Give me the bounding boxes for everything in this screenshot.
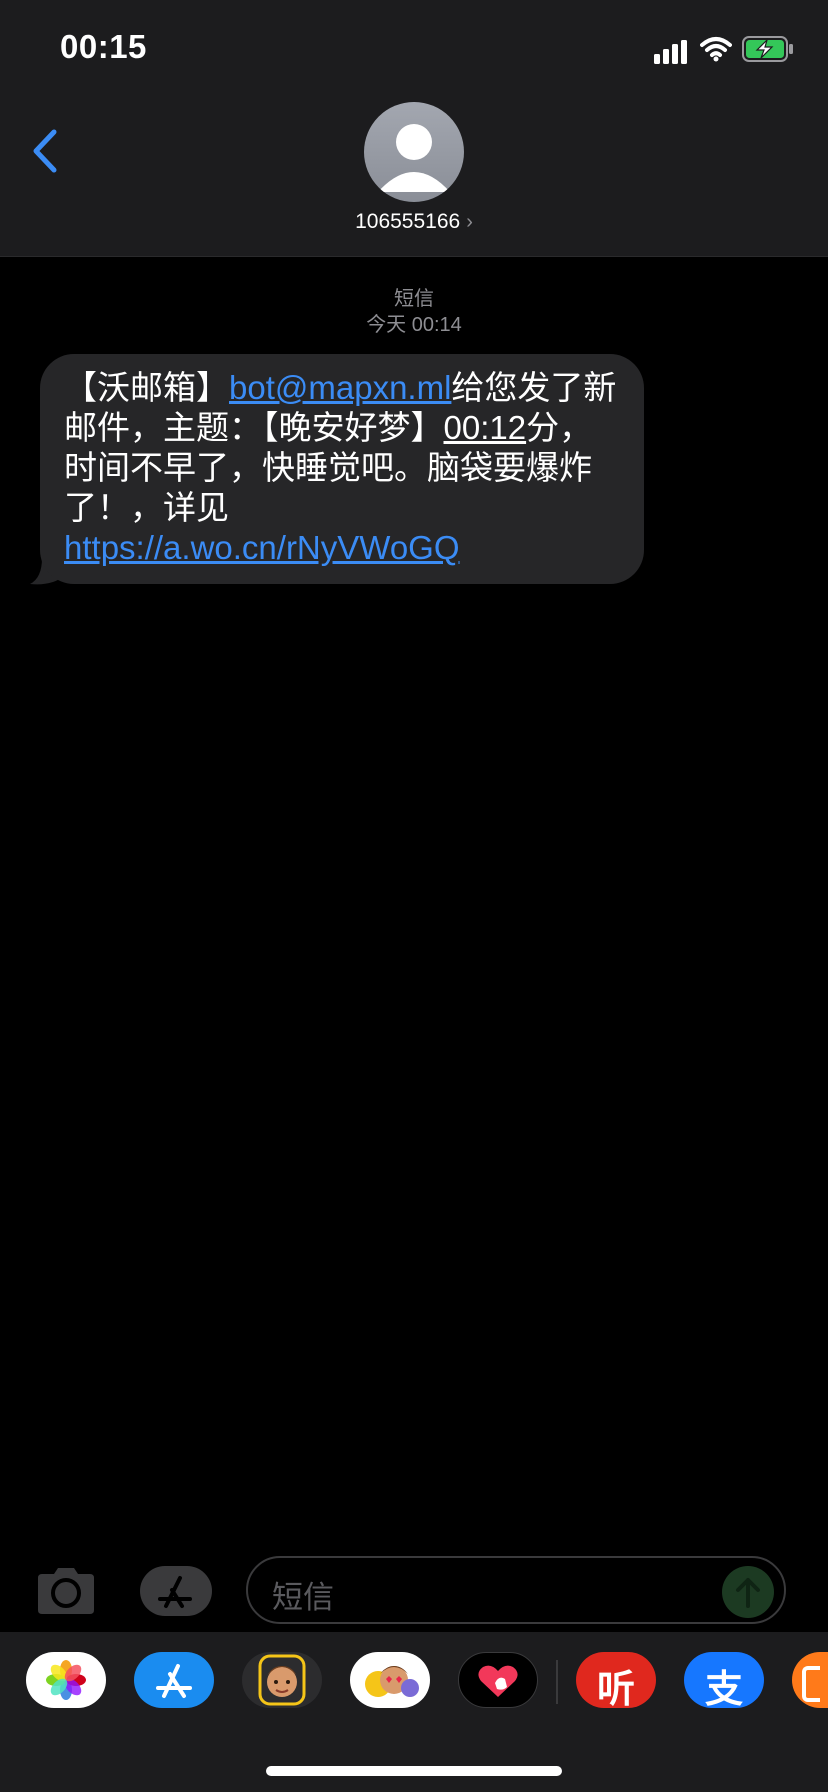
app-store-icon	[156, 1664, 192, 1698]
partial-app-icon	[802, 1666, 820, 1702]
message-timestamp: 今天 00:14	[366, 314, 462, 336]
message-bubble[interactable]: 【沃邮箱】bot@mapxn.ml给您发了新邮件，主题：【晚安好梦】00:12分…	[40, 354, 644, 584]
arrow-up-icon	[736, 1578, 760, 1608]
photos-icon	[46, 1660, 86, 1700]
contact-name-row[interactable]: 106555166 ›	[0, 210, 828, 234]
memoji-icon	[258, 1654, 306, 1706]
chevron-left-icon	[33, 129, 57, 173]
service-label: 短信	[394, 288, 434, 310]
drawer-divider	[556, 1660, 558, 1704]
camera-icon	[38, 1568, 94, 1614]
message-input-placeholder: 短信	[272, 1580, 334, 1615]
digital-touch-app-button[interactable]	[458, 1652, 538, 1708]
email-link[interactable]: bot@mapxn.ml	[229, 369, 451, 406]
conversation-header: 00:15 106555166 ›	[0, 0, 828, 257]
url-link[interactable]: https://a.wo.cn/rNyVWoGQ	[64, 529, 460, 566]
partial-app-button[interactable]	[792, 1652, 828, 1708]
ting-app-button[interactable]: 听	[576, 1652, 656, 1708]
time-detected-link[interactable]: 00:12	[444, 409, 527, 446]
person-icon	[378, 124, 450, 192]
cellular-signal-icon	[654, 40, 687, 64]
alipay-app-button[interactable]: 支	[684, 1652, 764, 1708]
animoji-icon	[365, 1666, 419, 1697]
app-store-icon	[158, 1576, 192, 1608]
alipay-icon: 支	[704, 1669, 743, 1708]
app-store-app-button[interactable]	[134, 1652, 214, 1708]
contact-name: 106555166	[355, 210, 461, 233]
wifi-icon	[700, 37, 732, 62]
send-button[interactable]	[722, 1566, 774, 1618]
chevron-right-icon: ›	[466, 211, 473, 233]
home-indicator[interactable]	[266, 1766, 562, 1776]
memoji-app-button[interactable]	[242, 1652, 322, 1708]
photos-app-button[interactable]	[26, 1652, 106, 1708]
animoji-app-button[interactable]	[350, 1652, 430, 1708]
camera-button[interactable]	[34, 1566, 98, 1616]
battery-charging-icon	[742, 36, 793, 62]
contact-avatar[interactable]	[364, 102, 464, 202]
message-input[interactable]: 短信	[246, 1556, 786, 1624]
ting-icon: 听	[596, 1669, 635, 1708]
message-text-prefix: 【沃邮箱】	[64, 369, 229, 406]
back-button[interactable]	[26, 126, 66, 176]
digital-touch-icon	[478, 1665, 518, 1697]
status-time: 00:15	[60, 28, 147, 65]
apps-button[interactable]	[140, 1566, 212, 1616]
